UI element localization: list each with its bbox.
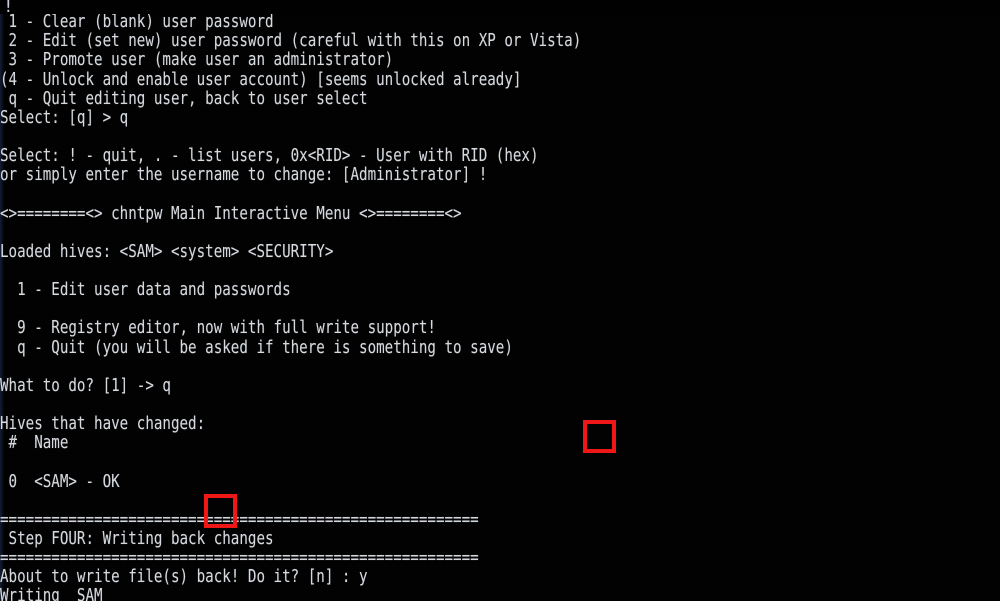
terminal-line: Writing SAM	[0, 586, 103, 601]
terminal-line: 3 - Promote user (make user an administr…	[0, 50, 394, 71]
terminal-line: 9 - Registry editor, now with full write…	[0, 318, 436, 339]
terminal-line: ========================================…	[0, 509, 479, 530]
terminal-output: - - - - User Edit Menu: 1 - Clear (blank…	[0, 0, 1000, 601]
terminal-line: Select: [q] > q	[0, 107, 129, 128]
terminal-line: Step FOUR: Writing back changes	[0, 528, 274, 549]
terminal-line: ========================================…	[0, 548, 479, 569]
top-clipped-row: !	[0, 0, 1000, 14]
terminal-line: (4 - Unlock and enable user account) [se…	[0, 69, 522, 90]
terminal-line: 1 - Clear (blank) user password	[0, 12, 274, 33]
terminal-line: 0 <SAM> - OK	[0, 471, 120, 492]
terminal-line: Loaded hives: <SAM> <system> <SECURITY>	[0, 241, 334, 262]
terminal-line: <>========<> chntpw Main Interactive Men…	[0, 203, 462, 224]
terminal-line: # Name	[0, 433, 69, 454]
terminal-line: q - Quit (you will be asked if there is …	[0, 337, 513, 358]
terminal-line: or simply enter the username to change: …	[0, 165, 488, 186]
terminal-line: Hives that have changed:	[0, 414, 206, 435]
top-clipped-row-text: !	[3, 0, 14, 14]
terminal-screen: - - - - User Edit Menu: 1 - Clear (blank…	[0, 0, 1000, 601]
terminal-line: 2 - Edit (set new) user password (carefu…	[0, 31, 582, 52]
terminal-line: 1 - Edit user data and passwords	[0, 280, 291, 301]
terminal-line: What to do? [1] -> q	[0, 375, 171, 396]
terminal-line: Select: ! - quit, . - list users, 0x<RID…	[0, 146, 539, 167]
terminal-line: About to write file(s) back! Do it? [n] …	[0, 567, 368, 588]
terminal-line: q - Quit editing user, back to user sele…	[0, 88, 368, 109]
